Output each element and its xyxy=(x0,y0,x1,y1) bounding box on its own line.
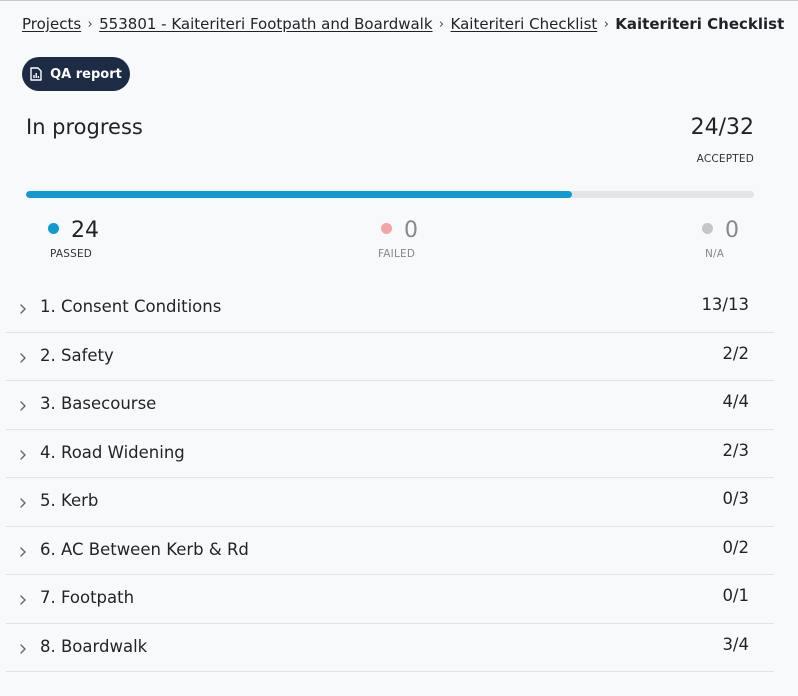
na-dot-icon xyxy=(702,223,713,234)
chevron-right-icon: › xyxy=(87,16,93,32)
accepted-label: ACCEPTED xyxy=(696,153,754,165)
breadcrumb-current: Kaiteriteri Checklist xyxy=(615,15,785,33)
progress-bar-fill xyxy=(26,191,572,198)
chevron-right-icon: › xyxy=(438,16,445,32)
chevron-right-icon[interactable] xyxy=(19,591,27,610)
section-name: 7. Footpath xyxy=(40,588,135,607)
checklist-section-row[interactable]: 4. Road Widening 2/3 xyxy=(6,430,774,478)
section-progress: 2/3 xyxy=(722,440,749,460)
checklist-section-row[interactable]: 2. Safety 2/2 xyxy=(6,333,774,381)
breadcrumb-checklist[interactable]: Kaiteriteri Checklist xyxy=(451,15,598,33)
section-name: 4. Road Widening xyxy=(40,442,185,462)
qa-report-label: QA report xyxy=(50,66,122,82)
section-name: 1. Consent Conditions xyxy=(40,297,222,316)
chevron-right-icon: › xyxy=(603,16,609,32)
section-name: 5. Kerb xyxy=(40,491,99,510)
failed-label: FAILED xyxy=(378,248,416,260)
section-progress: 0/3 xyxy=(722,489,749,508)
chevron-right-icon[interactable] xyxy=(19,494,27,513)
qa-report-button[interactable]: QA report xyxy=(22,57,130,91)
checklist-section-row[interactable]: 3. Basecourse 4/4 xyxy=(6,381,774,430)
accepted-count: 24/32 xyxy=(690,115,754,140)
chevron-right-icon[interactable] xyxy=(19,349,27,368)
breadcrumb-projects[interactable]: Projects xyxy=(22,15,81,33)
checklist-section-row[interactable]: 7. Footpath 0/1 xyxy=(6,575,774,624)
section-name: 6. AC Between Kerb & Rd xyxy=(40,539,249,559)
section-progress: 0/2 xyxy=(722,537,749,557)
section-progress: 2/2 xyxy=(722,343,749,363)
section-progress: 13/13 xyxy=(701,295,749,314)
section-progress: 3/4 xyxy=(722,634,749,654)
section-name: 2. Safety xyxy=(40,345,114,365)
chevron-right-icon[interactable] xyxy=(19,640,27,659)
breadcrumb-project[interactable]: 553801 - Kaiteriteri Footpath and Boardw… xyxy=(99,15,432,33)
section-progress: 0/1 xyxy=(722,586,749,605)
checklist-sections: 1. Consent Conditions 13/13 2. Safety 2/2 3.… xyxy=(6,284,774,672)
checklist-section-row[interactable]: 8. Boardwalk 3/4 xyxy=(6,624,774,672)
na-label: N/A xyxy=(705,248,725,260)
chevron-right-icon[interactable] xyxy=(19,446,27,465)
checklist-status: In progress xyxy=(26,115,143,139)
checklist-section-row[interactable]: 1. Consent Conditions 13/13 xyxy=(6,284,774,333)
progress-bar xyxy=(26,191,754,198)
breadcrumb: Projects › 553801 - Kaiteriteri Footpath… xyxy=(22,15,784,33)
passed-label: PASSED xyxy=(50,248,93,260)
passed-count: 24 xyxy=(71,218,99,243)
chevron-right-icon[interactable] xyxy=(19,543,27,562)
top-divider xyxy=(0,0,798,1)
section-name: 3. Basecourse xyxy=(40,394,157,413)
section-progress: 4/4 xyxy=(722,392,749,411)
na-count: 0 xyxy=(725,218,739,243)
passed-dot-icon xyxy=(48,223,59,234)
checklist-section-row[interactable]: 6. AC Between Kerb & Rd 0/2 xyxy=(6,527,774,575)
chevron-right-icon[interactable] xyxy=(19,300,27,319)
report-chart-icon xyxy=(30,67,42,81)
failed-dot-icon xyxy=(381,223,392,234)
section-name: 8. Boardwalk xyxy=(40,636,148,656)
chevron-right-icon[interactable] xyxy=(19,397,27,416)
checklist-section-row[interactable]: 5. Kerb 0/3 xyxy=(6,478,774,527)
failed-count: 0 xyxy=(404,218,418,243)
